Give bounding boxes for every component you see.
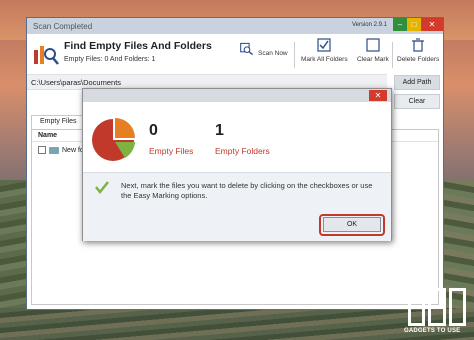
minimize-button[interactable]: –	[393, 18, 407, 31]
mark-all-folders-button[interactable]: Mark All Folders	[301, 38, 348, 63]
mark-all-label: Mark All Folders	[301, 56, 348, 63]
dialog-title-bar[interactable]: ✕	[83, 89, 391, 102]
empty-files-count: 0	[149, 122, 158, 139]
toolbar-divider	[392, 42, 393, 68]
toolbar-divider	[294, 42, 295, 68]
scan-result-dialog: ✕ 0 Empty Files 1 Empty Folders Next, ma…	[82, 88, 392, 241]
pie-chart-icon	[92, 118, 135, 161]
app-header: Find Empty Files And Folders Empty Files…	[27, 34, 443, 74]
tab-empty-files[interactable]: Empty Files	[31, 115, 86, 129]
folder-icon	[49, 146, 59, 154]
app-logo-icon	[34, 46, 59, 65]
window-title: Scan Completed	[33, 21, 93, 31]
dialog-info-panel: Next, mark the files you want to delete …	[83, 172, 391, 241]
dialog-message: Next, mark the files you want to delete …	[121, 181, 373, 200]
empty-folders-label: Empty Folders	[215, 146, 270, 156]
scan-now-button[interactable]: Scan Now	[240, 42, 288, 60]
empty-files-label: Empty Files	[149, 146, 194, 156]
dialog-close-button[interactable]: ✕	[369, 90, 387, 101]
path-value: C:\Users\paras\Documents	[31, 78, 122, 87]
row-checkbox[interactable]	[38, 146, 46, 154]
scan-summary: Empty Files: 0 And Folders: 1	[64, 56, 156, 63]
close-button[interactable]: ✕	[421, 18, 443, 31]
trash-icon	[412, 38, 425, 52]
maximize-button[interactable]: □	[407, 18, 421, 31]
watermark-logo: GADGETS TO USE	[404, 288, 470, 336]
delete-folders-button[interactable]: Delete Folders	[397, 38, 439, 63]
watermark-text: GADGETS TO USE	[404, 328, 461, 334]
add-path-button[interactable]: Add Path	[394, 75, 440, 90]
watermark-mark	[408, 288, 466, 326]
clear-mark-button[interactable]: Clear Mark	[357, 38, 389, 63]
title-bar[interactable]: Scan Completed Version 2.9.1 – □ ✕	[27, 18, 443, 34]
checkmark-icon	[95, 181, 109, 194]
desktop-background-bottom	[0, 308, 474, 340]
scan-icon	[240, 42, 254, 56]
checkbox-empty-icon	[366, 38, 380, 52]
checkbox-checked-icon	[317, 38, 331, 52]
app-name: Find Empty Files And Folders	[64, 40, 212, 52]
clear-mark-label: Clear Mark	[357, 56, 389, 63]
clear-path-button[interactable]: Clear	[394, 94, 440, 109]
empty-folders-count: 1	[215, 122, 224, 139]
version-label: Version 2.9.1	[351, 22, 387, 28]
scan-now-label: Scan Now	[258, 49, 288, 57]
tab-bar: Empty Files	[31, 115, 86, 129]
ok-button[interactable]: OK	[323, 217, 381, 232]
delete-folders-label: Delete Folders	[397, 56, 440, 63]
dialog-stats: 0 Empty Files 1 Empty Folders	[83, 102, 391, 172]
